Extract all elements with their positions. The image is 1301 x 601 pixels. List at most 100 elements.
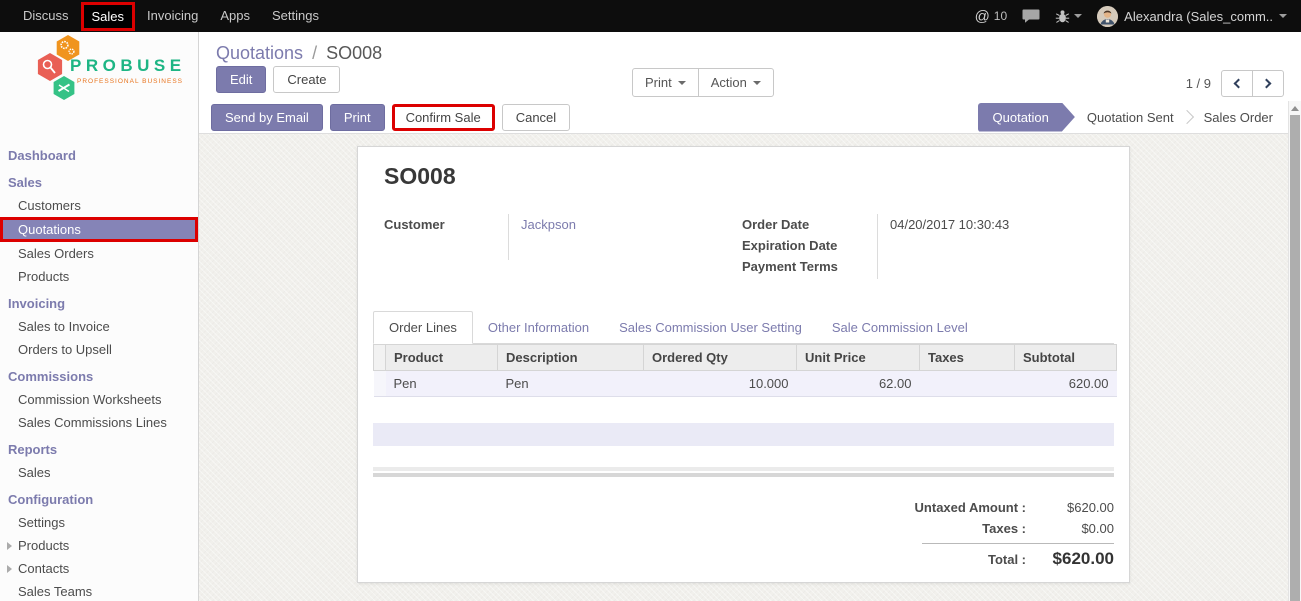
expand-caret-icon [7, 565, 12, 573]
svg-text:PROBUSE: PROBUSE [70, 56, 186, 75]
sidebar-item-config-products[interactable]: Products [0, 534, 198, 557]
sidebar-heading-dashboard[interactable]: Dashboard [0, 140, 198, 167]
print-dropdown[interactable]: Print [632, 68, 699, 97]
bug-icon [1055, 9, 1070, 24]
sidebar: PROBUSE PROFESSIONAL BUSINESS Dashboard … [0, 32, 199, 601]
action-dropdown[interactable]: Action [698, 68, 774, 97]
scrollbar-thumb[interactable] [1290, 115, 1300, 601]
scroll-up-arrow-icon[interactable] [1291, 106, 1299, 111]
confirm-sale-button[interactable]: Confirm Sale [392, 104, 495, 131]
column-header-product[interactable]: Product [386, 345, 498, 371]
sidebar-item-orders-to-upsell[interactable]: Orders to Upsell [0, 338, 198, 361]
action-dropdown-label: Action [711, 75, 747, 90]
mentions-button[interactable]: @ 10 [975, 8, 1008, 25]
at-icon: @ [975, 8, 990, 25]
cell-subtotal[interactable]: 620.00 [1015, 371, 1117, 397]
send-by-email-button[interactable]: Send by Email [211, 104, 323, 131]
vertical-scrollbar[interactable] [1288, 101, 1301, 601]
chat-bubble-icon [1022, 9, 1040, 23]
customer-value-link[interactable]: Jackpson [521, 217, 576, 232]
stage-quotation[interactable]: Quotation [978, 103, 1075, 132]
avatar [1097, 6, 1118, 27]
order-date-value: 04/20/2017 10:30:43 [890, 214, 1103, 235]
notebook-tabs: Order Lines Other Information Sales Comm… [373, 311, 1114, 344]
company-logo: PROBUSE PROFESSIONAL BUSINESS [0, 32, 198, 134]
chevron-right-icon [1262, 79, 1272, 89]
header-fields: Customer Jackpson Order Date Expiration … [384, 214, 1103, 279]
quotation-sheet: SO008 Customer Jackpson Order Date Expir… [357, 146, 1130, 583]
column-header-description[interactable]: Description [498, 345, 644, 371]
sidebar-item-config-contacts[interactable]: Contacts [0, 557, 198, 580]
horizontal-scrollbar[interactable] [373, 467, 1114, 477]
pager-next-button[interactable] [1252, 70, 1284, 97]
user-menu[interactable]: Alexandra (Sales_comm.. [1097, 6, 1287, 27]
sidebar-item-commission-worksheets[interactable]: Commission Worksheets [0, 388, 198, 411]
sidebar-item-settings[interactable]: Settings [0, 511, 198, 534]
main-area: Quotations / SO008 Edit Create Print Act… [199, 32, 1301, 601]
column-header-unit-price[interactable]: Unit Price [797, 345, 920, 371]
column-header-subtotal[interactable]: Subtotal [1015, 345, 1117, 371]
customer-label: Customer [384, 214, 508, 235]
sidebar-heading-sales[interactable]: Sales [0, 167, 198, 194]
cell-description[interactable]: Pen [498, 371, 644, 397]
stage-sales-order[interactable]: Sales Order [1192, 103, 1285, 132]
content-area: SO008 Customer Jackpson Order Date Expir… [199, 134, 1288, 601]
tab-sale-commission-level[interactable]: Sale Commission Level [817, 312, 983, 343]
page-title: SO008 [384, 163, 1103, 190]
cell-ordered-qty[interactable]: 10.000 [644, 371, 797, 397]
top-navbar: Discuss Sales Invoicing Apps Settings @ … [0, 0, 1301, 32]
tab-sales-commission-user-setting[interactable]: Sales Commission User Setting [604, 312, 817, 343]
sidebar-item-sales-to-invoice[interactable]: Sales to Invoice [0, 315, 198, 338]
caret-down-icon [1074, 14, 1082, 18]
row-handle[interactable] [374, 371, 386, 397]
pager-previous-button[interactable] [1221, 70, 1253, 97]
sidebar-item-sales-orders[interactable]: Sales Orders [0, 242, 198, 265]
taxes-label: Taxes : [856, 518, 1026, 539]
cell-unit-price[interactable]: 62.00 [797, 371, 920, 397]
breadcrumb-quotations-link[interactable]: Quotations [216, 43, 303, 63]
messages-button[interactable] [1022, 9, 1040, 23]
debug-menu-button[interactable] [1055, 9, 1082, 24]
print-button[interactable]: Print [330, 104, 385, 131]
mention-count: 10 [994, 9, 1007, 23]
create-button[interactable]: Create [273, 66, 340, 93]
sidebar-item-label: Products [18, 538, 69, 553]
tab-other-information[interactable]: Other Information [473, 312, 604, 343]
table-row[interactable]: Pen Pen 10.000 62.00 620.00 [374, 371, 1117, 397]
sidebar-item-customers[interactable]: Customers [0, 194, 198, 217]
print-dropdown-label: Print [645, 75, 672, 90]
app-menu: Discuss Sales Invoicing Apps Settings [0, 0, 330, 32]
caret-down-icon [753, 81, 761, 85]
nav-item-settings[interactable]: Settings [261, 0, 330, 32]
sidebar-item-sales-commissions-lines[interactable]: Sales Commissions Lines [0, 411, 198, 434]
pager: 1 / 9 [1186, 70, 1284, 97]
status-bar: Send by Email Print Confirm Sale Cancel … [199, 101, 1301, 134]
nav-item-invoicing[interactable]: Invoicing [136, 0, 209, 32]
breadcrumb-current: SO008 [326, 43, 382, 63]
sidebar-item-products[interactable]: Products [0, 265, 198, 288]
untaxed-amount-label: Untaxed Amount : [856, 497, 1026, 518]
sidebar-item-reports-sales[interactable]: Sales [0, 461, 198, 484]
pager-counter: 1 / 9 [1186, 76, 1211, 91]
sidebar-item-quotations[interactable]: Quotations [0, 217, 198, 242]
order-lines-table: Product Description Ordered Qty Unit Pri… [373, 344, 1117, 397]
breadcrumb-separator: / [308, 43, 321, 63]
edit-button[interactable]: Edit [216, 66, 266, 93]
nav-item-apps[interactable]: Apps [209, 0, 261, 32]
column-header-taxes[interactable]: Taxes [920, 345, 1015, 371]
tab-order-lines[interactable]: Order Lines [373, 311, 473, 344]
column-header-ordered-qty[interactable]: Ordered Qty [644, 345, 797, 371]
sidebar-menu: Dashboard Sales Customers Quotations Sal… [0, 140, 198, 601]
payment-terms-label: Payment Terms [742, 256, 877, 277]
cell-taxes[interactable] [920, 371, 1015, 397]
sidebar-item-sales-teams[interactable]: Sales Teams [0, 580, 198, 601]
cell-product[interactable]: Pen [386, 371, 498, 397]
stage-quotation-sent[interactable]: Quotation Sent [1075, 103, 1186, 132]
expiration-date-label: Expiration Date [742, 235, 877, 256]
cancel-button[interactable]: Cancel [502, 104, 570, 131]
caret-down-icon [1279, 14, 1287, 18]
nav-item-sales[interactable]: Sales [81, 2, 136, 31]
nav-item-discuss[interactable]: Discuss [12, 0, 80, 32]
untaxed-amount-value: $620.00 [1026, 497, 1114, 518]
total-value: $620.00 [1026, 546, 1114, 572]
